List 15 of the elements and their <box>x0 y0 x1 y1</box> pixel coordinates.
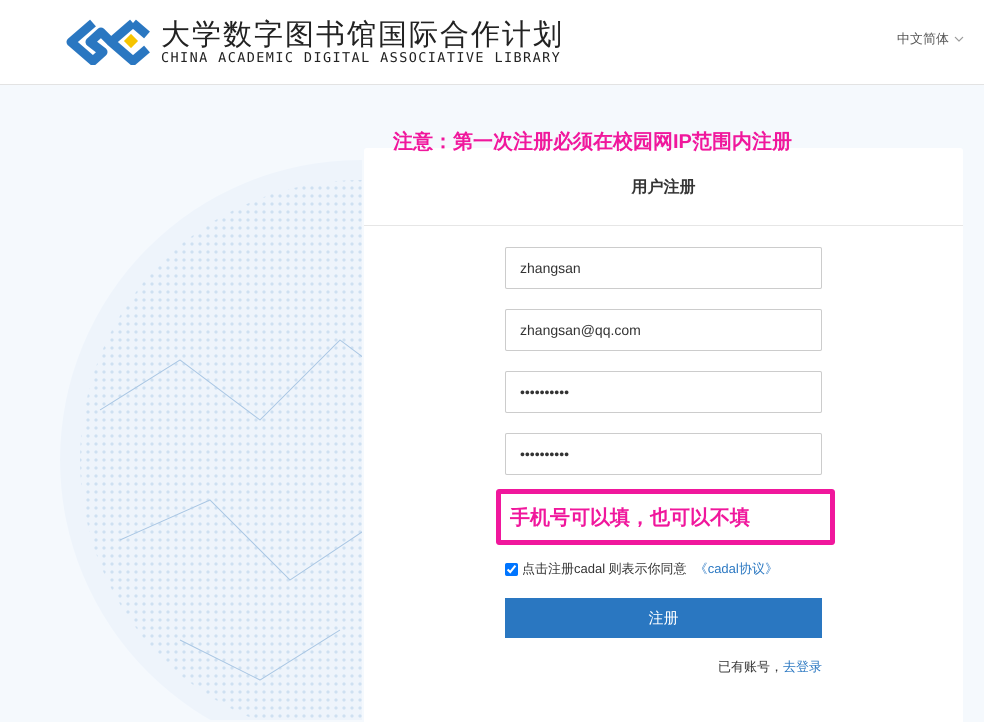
agreement-link[interactable]: 《cadal协议》 <box>694 560 778 578</box>
login-link[interactable]: 去登录 <box>783 659 822 674</box>
register-button[interactable]: 注册 <box>505 598 822 638</box>
agree-checkbox[interactable] <box>505 562 518 576</box>
language-dropdown[interactable]: 中文简体 <box>897 30 964 48</box>
caret-icon <box>954 36 964 42</box>
agreement-text: 点击注册cadal 则表示你同意 <box>522 560 687 578</box>
password-field[interactable]: •••••••••• <box>505 433 822 475</box>
phone-field[interactable]: 手机号可以填，也可以不填 <box>496 489 835 545</box>
logo-subtitle: CHINA ACADEMIC DIGITAL ASSOCIATIVE LIBRARY <box>161 50 562 66</box>
text-field[interactable]: zhangsan <box>505 247 822 289</box>
text-field[interactable]: zhangsan@qq.com <box>505 309 822 351</box>
password-field[interactable]: •••••••••• <box>505 371 822 413</box>
login-prompt: 已有账号， <box>718 659 783 674</box>
logo-title: 大学数字图书馆国际合作计划 <box>161 18 564 50</box>
